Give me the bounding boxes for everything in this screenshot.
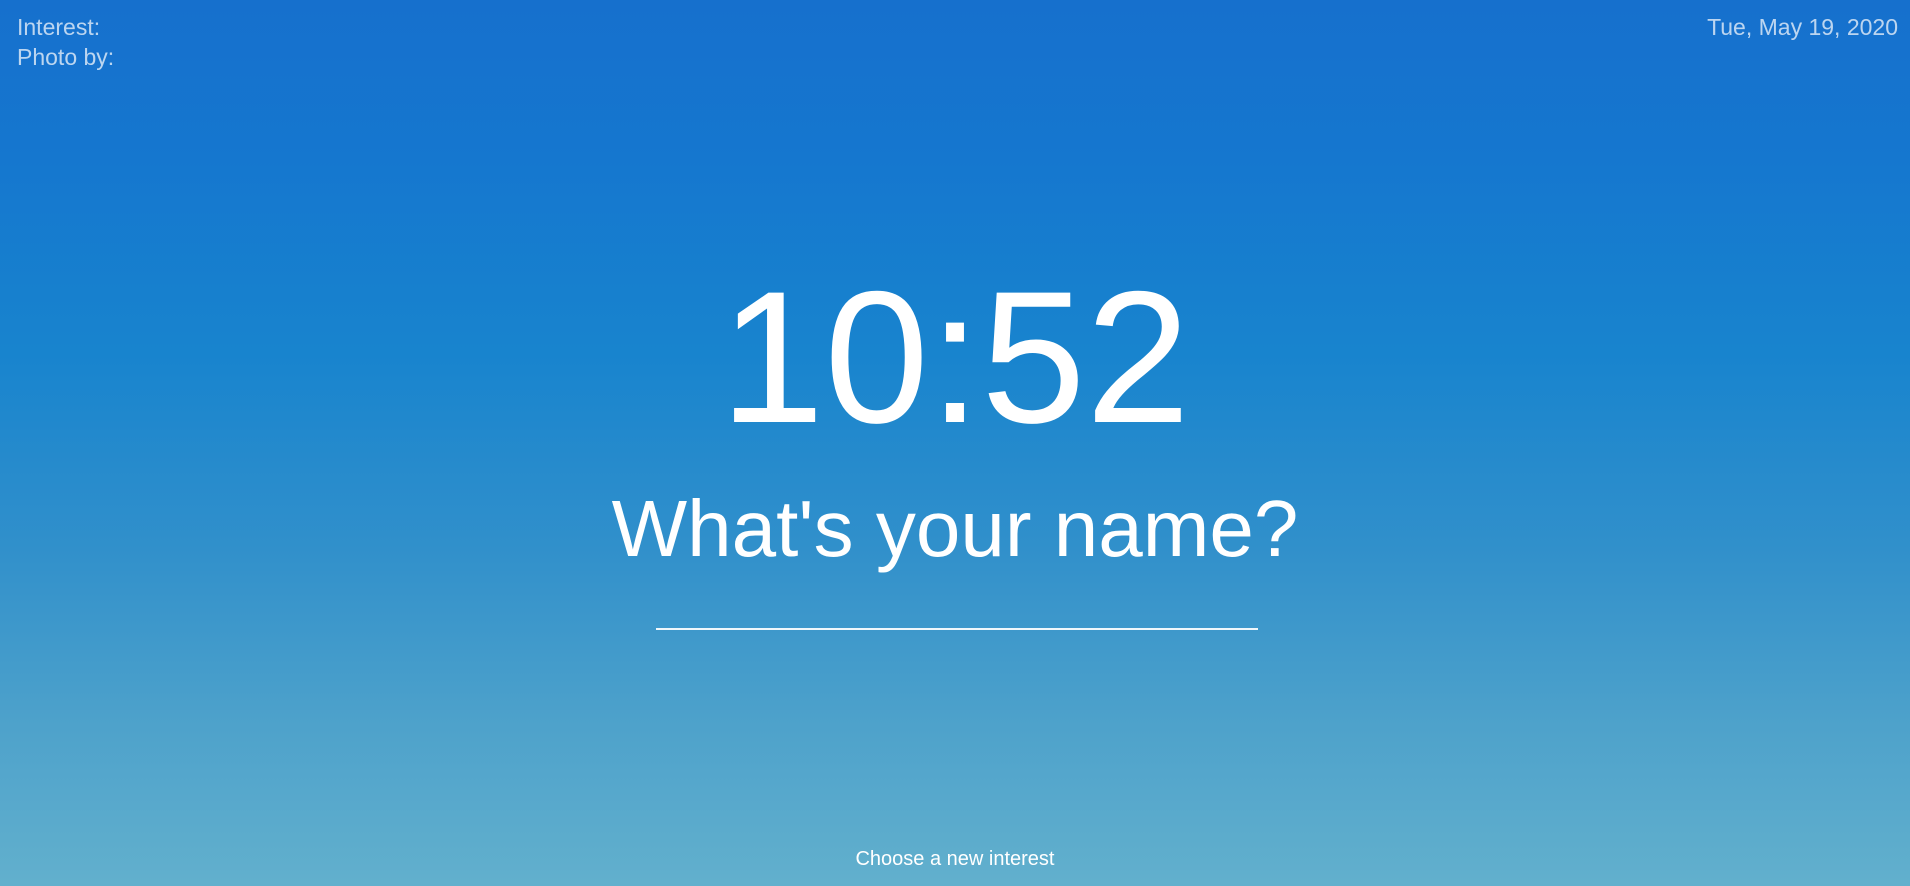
name-prompt: What's your name?	[611, 484, 1299, 573]
name-input[interactable]	[656, 590, 1258, 630]
photo-credit-label: Photo by:	[17, 44, 115, 70]
photo-info: Interest: Photo by:	[17, 12, 114, 72]
interest-label: Interest:	[17, 14, 101, 40]
clock-time: 10:52	[719, 252, 1191, 462]
current-date: Tue, May 19, 2020	[1707, 14, 1898, 40]
choose-new-interest-link[interactable]: Choose a new interest	[0, 847, 1910, 871]
